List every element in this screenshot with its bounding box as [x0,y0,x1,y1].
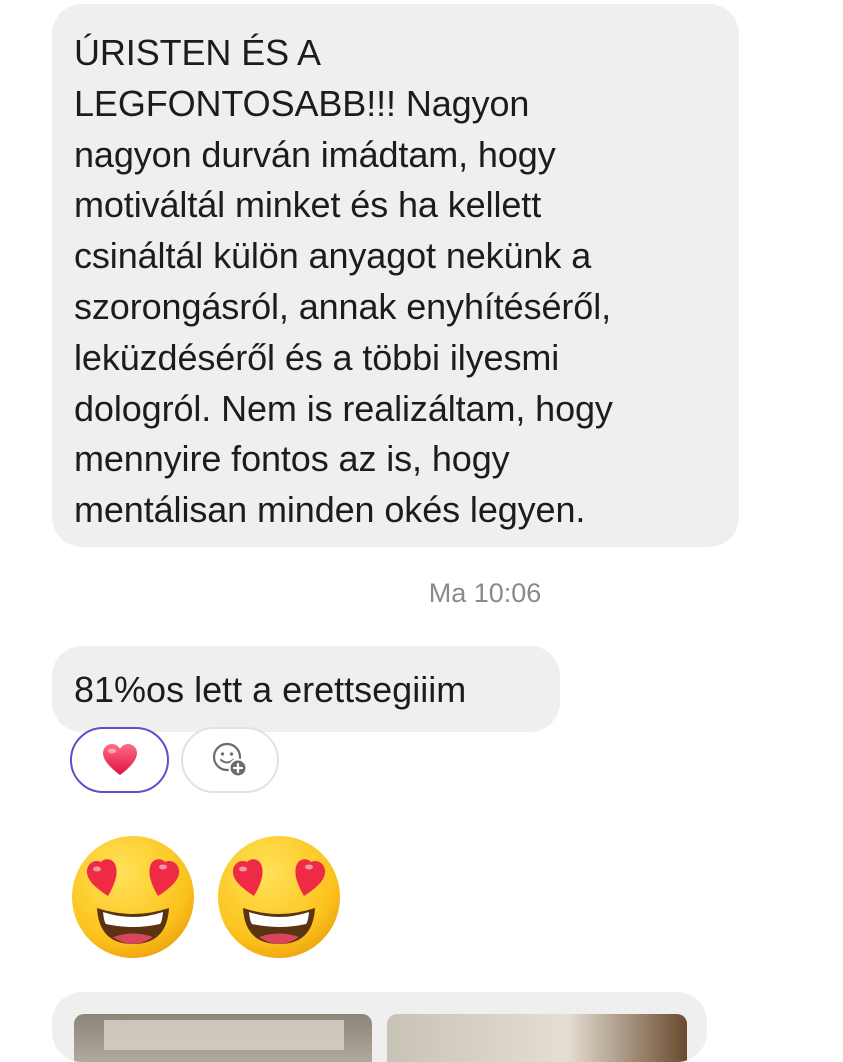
message-bubble[interactable]: 81%os lett a erettsegiiim [52,646,560,732]
heart-eyes-emoji [218,836,340,958]
message-text: ÚRISTEN ÉS A LEGFONTOSABB!!! Nagyon nagy… [74,32,613,531]
photo-content [104,1020,344,1050]
heart-eyes-emoji [72,836,194,958]
add-reaction-icon [212,742,248,778]
photo-thumbnail[interactable] [387,1014,687,1062]
photo-thumbnail[interactable] [74,1014,372,1062]
heart-icon [102,744,137,775]
add-reaction-button[interactable] [181,727,279,793]
message-bubble[interactable]: ÚRISTEN ÉS A LEGFONTOSABB!!! Nagyon nagy… [52,4,739,547]
heart-reaction-button[interactable] [70,727,169,793]
message-text: 81%os lett a erettsegiiim [74,669,467,710]
media-message-bubble[interactable] [52,992,707,1062]
timestamp: Ma 10:06 [428,578,542,608]
